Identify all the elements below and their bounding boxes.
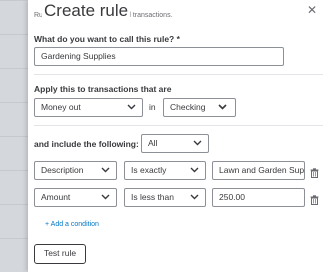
apply-label: Apply this to transactions that are xyxy=(34,84,172,94)
account-select[interactable]: Checking xyxy=(163,98,236,117)
rule-name-label: What do you want to call this rule? * xyxy=(34,34,180,44)
chevron-down-icon xyxy=(190,167,199,173)
chevron-down-icon xyxy=(101,194,110,200)
divider xyxy=(34,125,323,126)
trash-icon[interactable] xyxy=(310,192,319,205)
condition-operator-select[interactable]: Is less than xyxy=(124,188,206,207)
chevron-down-icon xyxy=(218,104,227,110)
rule-name-input[interactable]: Gardening Supplies xyxy=(34,47,284,66)
chevron-down-icon xyxy=(127,104,136,110)
condition-value-input[interactable]: Lawn and Garden Sup xyxy=(212,161,305,180)
trash-icon[interactable] xyxy=(310,165,319,178)
condition-value-input[interactable]: 250.00 xyxy=(212,188,305,207)
close-icon[interactable]: ✕ xyxy=(307,3,317,17)
account-value: Checking xyxy=(170,102,206,112)
background-register xyxy=(0,0,28,272)
match-value: All xyxy=(148,138,158,148)
condition-operator-select[interactable]: Is exactly xyxy=(124,161,206,180)
condition-operator-value: Is less than xyxy=(131,192,174,202)
chevron-down-icon xyxy=(193,140,202,146)
match-select[interactable]: All xyxy=(141,134,209,153)
direction-value: Money out xyxy=(41,102,81,112)
chevron-down-icon xyxy=(190,194,199,200)
add-condition-link[interactable]: + Add a condition xyxy=(45,221,99,228)
include-label: and include the following: xyxy=(34,139,139,149)
test-rule-button[interactable]: Test rule xyxy=(34,244,86,264)
chevron-down-icon xyxy=(101,167,110,173)
in-word: in xyxy=(149,102,156,112)
direction-select[interactable]: Money out xyxy=(34,98,143,117)
condition-field-value: Amount xyxy=(41,192,71,202)
condition-field-value: Description xyxy=(41,165,84,175)
panel-title: Create rule xyxy=(42,1,131,21)
condition-operator-value: Is exactly xyxy=(131,165,167,175)
condition-field-select[interactable]: Amount xyxy=(34,188,117,207)
condition-field-select[interactable]: Description xyxy=(34,161,117,180)
divider xyxy=(34,74,323,75)
